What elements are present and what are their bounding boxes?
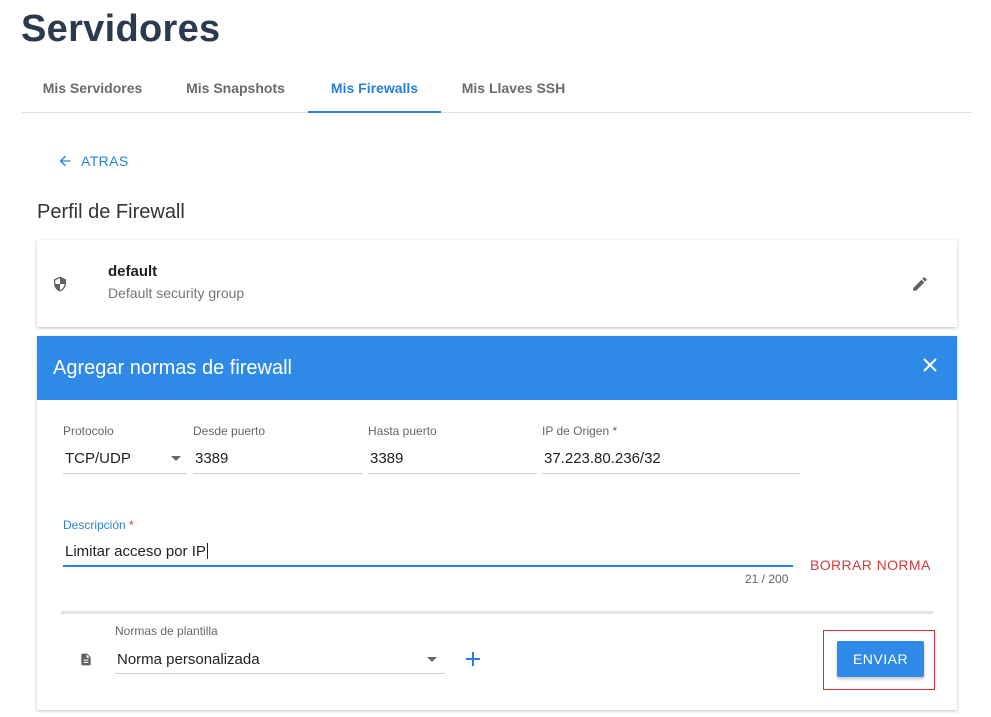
section-title: Perfil de Firewall xyxy=(37,201,185,223)
source-ip-input[interactable]: 37.223.80.236/32 xyxy=(544,450,661,467)
profile-name: default xyxy=(108,263,158,280)
protocol-label: Protocolo xyxy=(63,424,114,438)
document-icon xyxy=(81,653,91,666)
description-input[interactable]: Limitar acceso por IP xyxy=(65,543,208,560)
back-button[interactable]: ATRAS xyxy=(57,153,129,169)
description-label: Descripción * xyxy=(63,518,134,532)
protocol-select[interactable]: TCP/UDP xyxy=(63,444,187,474)
close-icon[interactable] xyxy=(923,358,937,372)
firewall-profile-card: default Default security group xyxy=(37,240,957,327)
from-port-label: Desde puerto xyxy=(193,424,266,438)
protocol-value: TCP/UDP xyxy=(65,450,131,467)
dropdown-arrow-icon xyxy=(171,456,181,461)
protocol-underline xyxy=(63,473,187,474)
to-port-label: Hasta puerto xyxy=(368,424,437,438)
description-underline xyxy=(63,565,793,567)
rules-panel-title: Agregar normas de firewall xyxy=(53,356,292,379)
rules-panel-header: Agregar normas de firewall xyxy=(37,336,957,400)
page-title: Servidores xyxy=(21,8,221,50)
tab-bar: Mis Servidores Mis Snapshots Mis Firewal… xyxy=(22,64,972,113)
tab-mis-firewalls[interactable]: Mis Firewalls xyxy=(308,64,441,113)
to-port-input[interactable]: 3389 xyxy=(370,450,403,467)
from-port-input[interactable]: 3389 xyxy=(195,450,228,467)
to-port-underline xyxy=(368,473,537,474)
template-value: Norma personalizada xyxy=(117,651,260,668)
add-rules-panel: Agregar normas de firewall Protocolo TCP… xyxy=(37,336,957,710)
section-divider xyxy=(61,611,933,614)
tab-mis-servidores[interactable]: Mis Servidores xyxy=(22,64,163,112)
send-button[interactable]: ENVIAR xyxy=(837,641,924,677)
shield-icon xyxy=(54,276,66,292)
source-ip-label: IP de Origen * xyxy=(542,424,618,438)
tab-mis-llaves-ssh[interactable]: Mis Llaves SSH xyxy=(441,64,586,112)
arrow-left-icon xyxy=(59,155,71,167)
description-counter: 21 / 200 xyxy=(745,572,789,586)
template-label: Normas de plantilla xyxy=(115,624,218,638)
dropdown-arrow-icon xyxy=(427,657,437,662)
pencil-icon[interactable] xyxy=(911,275,929,293)
profile-description: Default security group xyxy=(108,285,245,301)
delete-rule-button[interactable]: BORRAR NORMA xyxy=(810,557,931,573)
back-label: ATRAS xyxy=(81,153,129,169)
template-underline xyxy=(115,673,445,674)
template-select[interactable]: Norma personalizada xyxy=(115,644,445,674)
plus-icon[interactable] xyxy=(466,652,480,666)
from-port-underline xyxy=(193,473,363,474)
tab-mis-snapshots[interactable]: Mis Snapshots xyxy=(163,64,308,112)
source-ip-underline xyxy=(542,473,800,474)
